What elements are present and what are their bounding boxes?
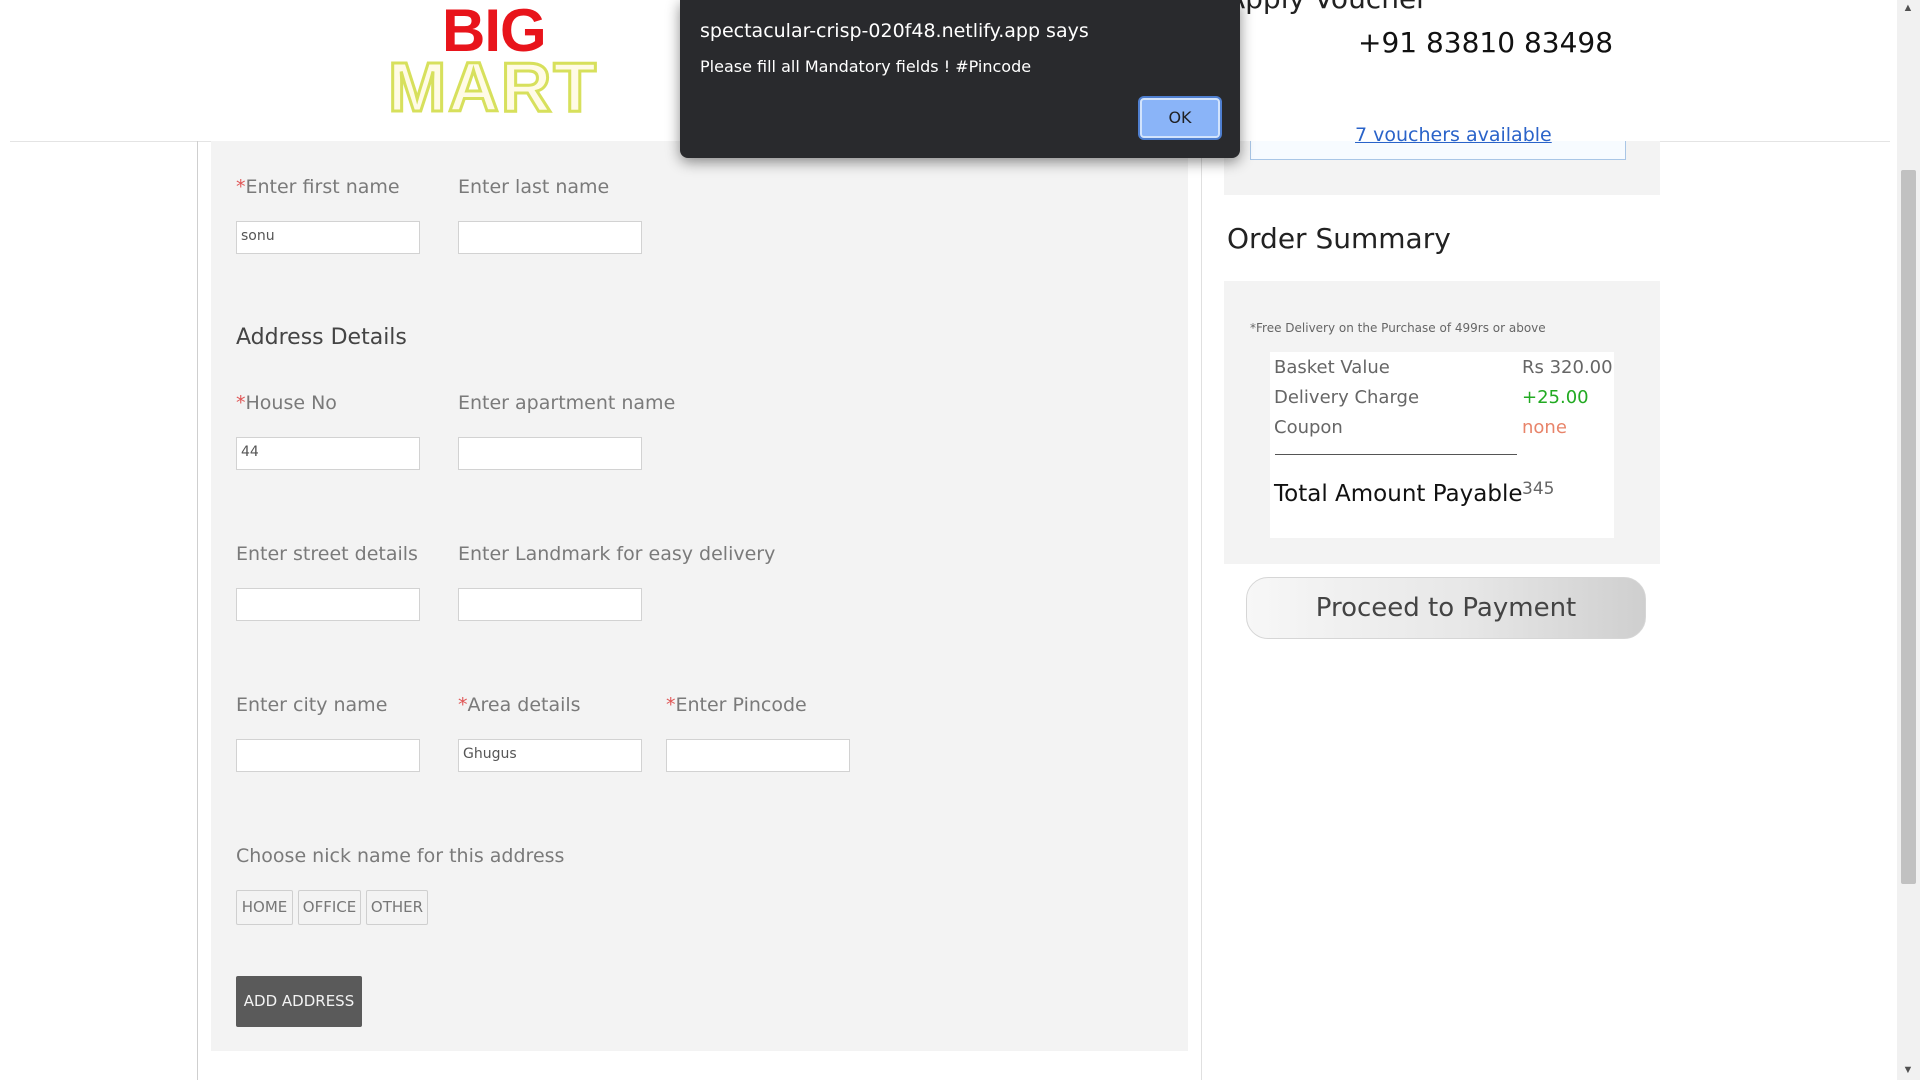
area-label-text: Area details	[467, 694, 581, 716]
delivery-charge-amount: +25.00	[1522, 387, 1589, 408]
scroll-up-arrow-icon[interactable]: ▲	[1902, 2, 1914, 14]
add-address-button[interactable]: ADD ADDRESS	[236, 976, 362, 1027]
house-no-label-text: House No	[245, 392, 337, 414]
coupon-label: Coupon	[1274, 417, 1343, 438]
nickname-home-button[interactable]: HOME	[236, 890, 293, 925]
apply-voucher-title: Apply Voucher	[1226, 0, 1428, 15]
alert-dialog-message: Please fill all Mandatory fields ! #Pinc…	[700, 57, 1032, 76]
logo-mart-text: MART	[386, 48, 599, 126]
pincode-input[interactable]	[666, 739, 850, 772]
order-summary-card	[1270, 352, 1614, 538]
landmark-label: Enter Landmark for easy delivery	[458, 543, 776, 565]
left-column-border	[197, 141, 198, 1080]
bigmart-logo[interactable]: BIG MART	[386, 0, 603, 124]
area-label: *Area details	[458, 694, 581, 716]
proceed-to-payment-button[interactable]: Proceed to Payment	[1246, 577, 1646, 639]
pincode-label-text: Enter Pincode	[675, 694, 807, 716]
address-details-heading: Address Details	[236, 325, 407, 350]
apartment-label: Enter apartment name	[458, 392, 676, 414]
required-mark: *	[458, 694, 468, 716]
total-amount-label: Total Amount Payable	[1274, 481, 1523, 507]
last-name-label: Enter last name	[458, 176, 610, 198]
alert-ok-button[interactable]: OK	[1140, 98, 1220, 138]
total-amount-value: 345	[1522, 479, 1555, 499]
last-name-input[interactable]	[458, 221, 642, 254]
coupon-value: none	[1522, 417, 1567, 438]
nickname-office-button[interactable]: OFFICE	[298, 890, 361, 925]
contact-phone: +91 83810 83498	[1358, 26, 1614, 59]
vouchers-available-link[interactable]: 7 vouchers available	[1355, 124, 1552, 146]
area-input[interactable]: Ghugus	[458, 739, 642, 772]
required-mark: *	[236, 392, 246, 414]
nickname-other-button[interactable]: OTHER	[366, 890, 428, 925]
scrollbar-thumb[interactable]	[1901, 170, 1916, 884]
city-input[interactable]	[236, 739, 420, 772]
first-name-label-text: Enter first name	[245, 176, 400, 198]
house-no-label: *House No	[236, 392, 337, 414]
right-column-border	[1201, 141, 1202, 1080]
landmark-input[interactable]	[458, 588, 642, 621]
order-summary-title: Order Summary	[1227, 222, 1451, 255]
basket-value-label: Basket Value	[1274, 357, 1390, 378]
city-label: Enter city name	[236, 694, 388, 716]
street-label: Enter street details	[236, 543, 418, 565]
first-name-input[interactable]: sonu	[236, 221, 420, 254]
free-delivery-note: *Free Delivery on the Purchase of 499rs …	[1250, 321, 1546, 335]
delivery-charge-label: Delivery Charge	[1274, 387, 1420, 408]
first-name-label: *Enter first name	[236, 176, 400, 198]
required-mark: *	[666, 694, 676, 716]
scroll-down-arrow-icon[interactable]: ▼	[1902, 1064, 1914, 1076]
alert-dialog-title: spectacular-crisp-020f48.netlify.app say…	[700, 20, 1089, 42]
nickname-label: Choose nick name for this address	[236, 845, 565, 867]
apartment-input[interactable]	[458, 437, 642, 470]
basket-value-amount: Rs 320.00	[1522, 357, 1613, 378]
required-mark: *	[236, 176, 246, 198]
summary-divider	[1275, 454, 1517, 455]
house-no-input[interactable]: 44	[236, 437, 420, 470]
street-input[interactable]	[236, 588, 420, 621]
pincode-label: *Enter Pincode	[666, 694, 807, 716]
